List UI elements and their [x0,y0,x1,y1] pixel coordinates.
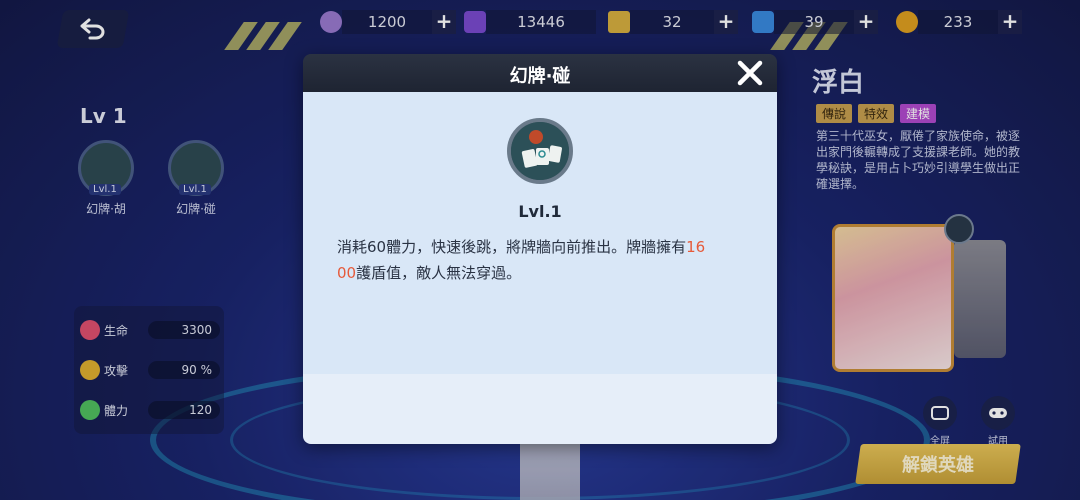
modal-body: Lvl.1 消耗60體力，快速後跳，將牌牆向前推出。牌牆擁有16 00護盾值，敵人… [303,92,777,374]
shield-value-part2: 00 [337,264,357,282]
modal-header: 幻牌·碰 [303,54,777,92]
skill-description: 消耗60體力，快速後跳，將牌牆向前推出。牌牆擁有16 00護盾值，敵人無法穿過。 [337,234,745,286]
desc-text-1: 消耗60體力，快速後跳，將牌牆向前推出。牌牆擁有 [337,238,687,256]
skill-detail-modal: 幻牌·碰 Lvl.1 消耗60體力，快速後跳，將牌牆向前推出。牌牆擁有16 00護… [303,54,777,444]
shield-value-part1: 16 [686,238,706,256]
modal-footer [303,374,777,444]
skill-level: Lvl.1 [518,202,562,221]
modal-title: 幻牌·碰 [509,66,571,87]
close-icon [737,60,763,86]
close-button[interactable] [735,58,765,88]
desc-text-2: 護盾值，敵人無法穿過。 [356,264,522,282]
mahjong-gourd-icon [507,118,573,184]
